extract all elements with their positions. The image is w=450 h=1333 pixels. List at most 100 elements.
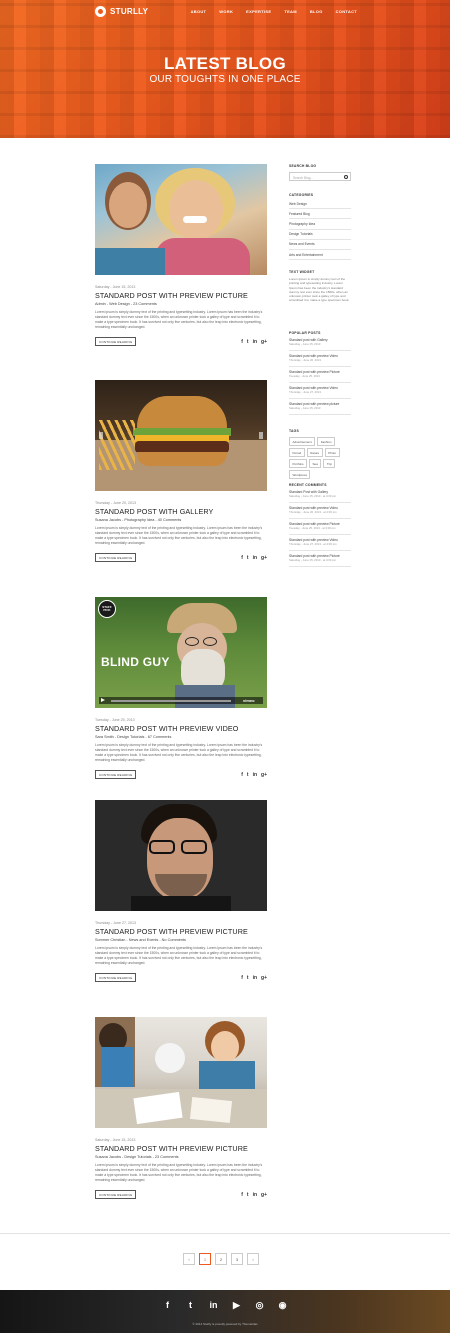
share-icons: f t in g+ — [241, 975, 267, 981]
facebook-icon[interactable]: f — [241, 555, 243, 561]
twitter-icon[interactable]: t — [185, 1300, 196, 1311]
footer-social-icons: f t in ▶ ◎ ◉ — [0, 1300, 450, 1311]
recent-comment[interactable]: Standard post with preview Video Thursday… — [289, 503, 351, 519]
pagination: ‹ 1 2 3 › — [183, 1253, 259, 1265]
tag-nature[interactable]: Nature — [306, 448, 323, 457]
category-item[interactable]: Photography Idea — [289, 219, 351, 230]
post-date: Thursday - June 20, 2013 — [95, 501, 136, 505]
continue-reading-button[interactable]: CONTINUE READING — [95, 1190, 137, 1200]
recent-comment[interactable]: Standard post with preview Picture Tuesda… — [289, 519, 351, 535]
blog-post: Thursday - June 20, 2013 STANDARD POST W… — [95, 380, 267, 563]
post-excerpt: Lorem ipsum is simply dummy text of the … — [95, 526, 263, 546]
linkedin-icon[interactable]: in — [253, 339, 257, 345]
tag-photo[interactable]: Photo — [324, 448, 340, 457]
page-2-button[interactable]: 2 — [215, 1253, 227, 1265]
text-widget-heading: TEXT WIDGET — [289, 270, 315, 274]
post-byline: Sara Smith - Design Tutorials - 67 Comme… — [95, 735, 172, 739]
continue-reading-button[interactable]: CONTINUE READING — [95, 973, 137, 983]
continue-reading-button[interactable]: CONTINUE READING — [95, 553, 137, 563]
popular-post[interactable]: Standard post with preview Video Thursday… — [289, 383, 351, 399]
facebook-icon[interactable]: f — [162, 1300, 173, 1311]
nav-item-work[interactable]: WORK — [219, 9, 233, 14]
google-plus-icon[interactable]: g+ — [261, 975, 267, 981]
category-item[interactable]: Design Tutorials — [289, 230, 351, 240]
linkedin-icon[interactable]: in — [208, 1300, 219, 1311]
continue-reading-button[interactable]: CONTINUE READING — [95, 337, 137, 347]
tag-wordpress[interactable]: Wordpress — [289, 470, 311, 479]
search-placeholder: Search Blog... — [293, 175, 314, 180]
post-image-man-glasses[interactable] — [95, 800, 267, 911]
video-progress[interactable] — [111, 700, 231, 702]
prev-page-button[interactable]: ‹ — [183, 1253, 195, 1265]
linkedin-icon[interactable]: in — [253, 1192, 257, 1198]
google-plus-icon[interactable]: g+ — [261, 772, 267, 778]
post-title[interactable]: STANDARD POST WITH PREVIEW PICTURE — [95, 927, 267, 936]
recent-comment[interactable]: Standard post with preview Picture Saturd… — [289, 551, 351, 567]
twitter-icon[interactable]: t — [247, 339, 249, 345]
category-item[interactable]: Featured Blog — [289, 209, 351, 220]
search-icon[interactable] — [344, 174, 348, 179]
facebook-icon[interactable]: f — [241, 339, 243, 345]
logo[interactable]: STURLLY — [95, 6, 148, 17]
category-item[interactable]: Web Design — [289, 199, 351, 210]
google-plus-icon[interactable]: g+ — [261, 1192, 267, 1198]
dribbble-icon[interactable]: ◎ — [254, 1300, 265, 1311]
category-item[interactable]: Arts and Entertainment — [289, 250, 351, 261]
nav-item-about[interactable]: ABOUT — [191, 9, 207, 14]
popular-post[interactable]: Standard post with preview picture Saturd… — [289, 399, 351, 415]
video-caption: BLIND GUY — [101, 655, 170, 669]
facebook-icon[interactable]: f — [241, 1192, 243, 1198]
popular-post[interactable]: Standard post with preview Video Thursday… — [289, 351, 351, 367]
post-title[interactable]: STANDARD POST WITH PREVIEW PICTURE — [95, 1144, 267, 1153]
search-input[interactable]: Search Blog... — [289, 172, 351, 181]
nav-item-expertise[interactable]: EXPERTISE — [246, 9, 271, 14]
tag-period[interactable]: Period — [289, 448, 305, 457]
nav-item-team[interactable]: TEAM — [284, 9, 297, 14]
linkedin-icon[interactable]: in — [253, 555, 257, 561]
post-video-player[interactable]: STAFF PICK BLIND GUY vimeo — [95, 597, 267, 708]
twitter-icon[interactable]: t — [247, 1192, 249, 1198]
facebook-icon[interactable]: f — [241, 772, 243, 778]
youtube-icon[interactable]: ▶ — [231, 1300, 242, 1311]
recent-comment[interactable]: Standard post with preview Video Thursday… — [289, 535, 351, 551]
tag-portfolio[interactable]: Portfolio — [289, 459, 308, 468]
next-page-button[interactable]: › — [247, 1253, 259, 1265]
blog-post: Saturday - June 15, 2013 STANDARD POST W… — [95, 164, 267, 347]
nav-item-contact[interactable]: CONTACT — [336, 9, 357, 14]
facebook-icon[interactable]: f — [241, 975, 243, 981]
nav-item-blog[interactable]: BLOG — [310, 9, 323, 14]
text-widget: TEXT WIDGET Lorem ipsum is simply dummy … — [289, 270, 351, 303]
tag-trip[interactable]: Trip — [323, 459, 336, 468]
post-image-team-desk[interactable] — [95, 1017, 267, 1128]
post-image-burger[interactable] — [95, 380, 267, 491]
twitter-icon[interactable]: t — [247, 772, 249, 778]
post-title[interactable]: STANDARD POST WITH PREVIEW VIDEO — [95, 724, 267, 733]
page-1-button[interactable]: 1 — [199, 1253, 211, 1265]
twitter-icon[interactable]: t — [247, 975, 249, 981]
tag-advertisement[interactable]: Advertisement — [289, 437, 316, 446]
google-plus-icon[interactable]: g+ — [261, 339, 267, 345]
categories-widget: CATEGORIES Web Design Featured Blog Phot… — [289, 193, 351, 261]
post-image-couple[interactable] — [95, 164, 267, 275]
post-title[interactable]: STANDARD POST WITH GALLERY — [95, 507, 267, 516]
google-plus-icon[interactable]: g+ — [261, 555, 267, 561]
twitter-icon[interactable]: t — [247, 555, 249, 561]
post-excerpt: Lorem ipsum is simply dummy text of the … — [95, 946, 263, 966]
vimeo-logo[interactable]: vimeo — [243, 698, 255, 703]
category-item[interactable]: News and Events — [289, 240, 351, 250]
post-byline: Sommer Christian - News and Events - No … — [95, 938, 186, 942]
divider — [0, 1233, 450, 1234]
popular-post[interactable]: Standard post with Gallery Saturday - Jun… — [289, 335, 351, 351]
recent-comment[interactable]: Standard Post with Gallery Saturday - Jun… — [289, 487, 351, 503]
continue-reading-button[interactable]: CONTINUE READING — [95, 770, 137, 780]
linkedin-icon[interactable]: in — [253, 975, 257, 981]
hero-header: STURLLY ABOUT WORK EXPERTISE TEAM BLOG C… — [0, 0, 450, 138]
play-icon[interactable] — [101, 698, 105, 702]
linkedin-icon[interactable]: in — [253, 772, 257, 778]
page-3-button[interactable]: 3 — [231, 1253, 243, 1265]
tag-fashion[interactable]: Fashion — [317, 437, 335, 446]
post-title[interactable]: STANDARD POST WITH PREVIEW PICTURE — [95, 291, 267, 300]
rss-icon[interactable]: ◉ — [277, 1300, 288, 1311]
tag-sea[interactable]: Sea — [309, 459, 322, 468]
popular-post[interactable]: Standard post with preview Picture Tuesda… — [289, 367, 351, 383]
